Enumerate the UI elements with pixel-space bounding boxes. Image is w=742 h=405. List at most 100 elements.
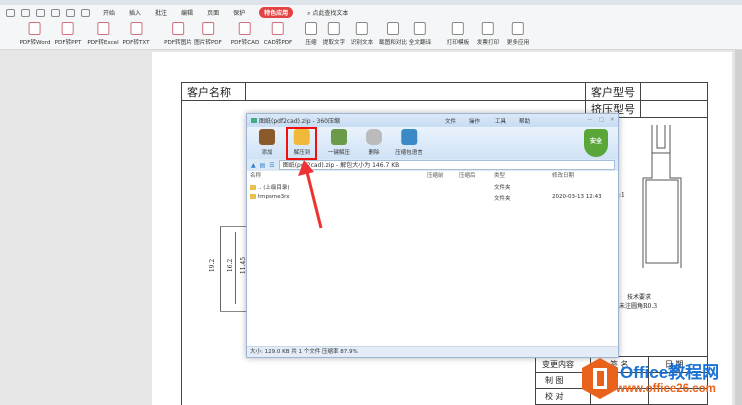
- tool-icon: [355, 22, 368, 35]
- tool-icon: [130, 22, 142, 35]
- tool-icon: [327, 22, 340, 35]
- col-before[interactable]: 压缩前: [427, 171, 444, 179]
- tool-label: 全文翻译: [408, 40, 432, 46]
- menu-special-apps[interactable]: 特色应用: [259, 7, 294, 18]
- dialog-menu-file[interactable]: 文件: [445, 117, 456, 125]
- delete-label: 删除: [368, 150, 380, 156]
- tool-button[interactable]: 更多应用: [507, 22, 529, 46]
- tool-button[interactable]: 截图和对比: [379, 22, 407, 46]
- menu-annotate[interactable]: 批注: [155, 8, 167, 17]
- tool-label: PDF转Word: [19, 40, 51, 46]
- red-arrow: [298, 160, 323, 229]
- tool-label: 压缩: [305, 40, 317, 46]
- tool-label: 提取文字: [322, 40, 346, 46]
- col-type[interactable]: 类型: [494, 171, 505, 179]
- folder-icon: [250, 194, 256, 199]
- scrollbar[interactable]: [735, 50, 742, 405]
- tool-label: CAD转PDF: [263, 40, 293, 46]
- tool-button[interactable]: PDF转Word: [19, 22, 51, 46]
- tool-label: PDF转CAD: [230, 40, 260, 46]
- watermark-brand: Office教程网: [620, 363, 720, 382]
- search-text[interactable]: ⌕ 点此查找文本: [307, 8, 348, 18]
- trash-icon: [366, 129, 382, 145]
- tool-icon: [202, 22, 214, 35]
- tool-label: 识别文本: [350, 40, 374, 46]
- tool-button[interactable]: PDF转图片: [164, 22, 192, 46]
- menu-protect[interactable]: 保护: [233, 8, 245, 17]
- menu-insert[interactable]: 插入: [129, 8, 141, 17]
- tool-label: PDF转图片: [164, 40, 192, 46]
- dialog-menu-tools[interactable]: 工具: [495, 117, 506, 125]
- col-name[interactable]: 名称: [250, 171, 261, 179]
- tool-button[interactable]: PDF转TXT: [122, 22, 150, 46]
- tool-label: 发票打印: [476, 40, 500, 46]
- tool-button[interactable]: 识别文本: [351, 22, 373, 46]
- tool-icon: [451, 22, 464, 35]
- menu-start[interactable]: 开始: [103, 8, 115, 17]
- tool-label: PDF转TXT: [122, 40, 150, 46]
- menu-page[interactable]: 页面: [207, 8, 219, 17]
- menu-icon[interactable]: [6, 8, 15, 17]
- list-icon[interactable]: ☰: [269, 162, 274, 169]
- dialog-menu-help[interactable]: 帮助: [519, 117, 530, 125]
- profile-drawing: [642, 125, 682, 268]
- tool-button[interactable]: 图片转PDF: [194, 22, 222, 46]
- language-icon: [400, 129, 417, 145]
- add-button[interactable]: 添加: [259, 129, 275, 156]
- dialog-title: 图纸(pdf2cad).zip - 360压缩: [259, 118, 340, 125]
- dimension-line: [220, 226, 221, 311]
- security-shield[interactable]: 安全: [584, 129, 608, 157]
- tool-icon: [238, 22, 251, 35]
- tool-button[interactable]: 提取文字: [323, 22, 345, 46]
- tool-ribbon: PDF转Word PDF转PPT PDF转Excel PDF转TXT PDF转图片 图片转…: [0, 20, 742, 50]
- tool-label: PDF转Excel: [87, 40, 119, 46]
- col-after[interactable]: 压缩后: [459, 171, 476, 179]
- one-click-extract-button[interactable]: 一键解压: [328, 129, 350, 156]
- table-line: [535, 356, 536, 405]
- row-date: 2020-03-13 12:43: [552, 194, 602, 200]
- tool-label: PDF转PPT: [54, 40, 82, 46]
- tool-icon: [172, 22, 184, 35]
- dimension-line: [220, 226, 248, 227]
- tool-button[interactable]: PDF转Excel: [87, 22, 119, 46]
- view-icon[interactable]: ▤: [260, 162, 266, 169]
- checker-label: 校 对: [545, 392, 564, 401]
- open-icon[interactable]: [21, 8, 30, 17]
- dim-label: 16.2: [227, 258, 235, 273]
- menu-edit[interactable]: 编辑: [181, 8, 193, 17]
- delete-button[interactable]: 删除: [366, 129, 382, 156]
- minimize-icon[interactable]: —: [587, 117, 593, 123]
- tool-button[interactable]: 打印模板: [447, 22, 469, 46]
- tool-button[interactable]: 全文翻译: [409, 22, 431, 46]
- tool-button[interactable]: CAD转PDF: [263, 22, 293, 46]
- tool-button[interactable]: PDF转CAD: [230, 22, 260, 46]
- scale-label: :1: [619, 192, 625, 199]
- highlight-box: [286, 127, 317, 160]
- maximize-icon[interactable]: □: [599, 117, 604, 123]
- close-icon[interactable]: ✕: [610, 117, 615, 123]
- save-icon[interactable]: [36, 8, 45, 17]
- tool-button[interactable]: 发票打印: [477, 22, 499, 46]
- dimension-line: [235, 232, 236, 304]
- table-line: [181, 82, 708, 83]
- drafter-label: 制 图: [545, 376, 564, 385]
- row-name: tmpsme3rx: [258, 194, 290, 200]
- table-line: [640, 82, 641, 117]
- tool-label: 截图和对比: [379, 40, 407, 46]
- dialog-menu-operate[interactable]: 操作: [469, 117, 480, 125]
- menu-bar: 开始 插入 批注 编辑 页面 保护 特色应用 ⌕ 点此查找文本: [0, 5, 742, 20]
- tool-icon: [386, 22, 399, 35]
- tool-icon: [305, 22, 317, 35]
- dialog-title-bar[interactable]: 图纸(pdf2cad).zip - 360压缩 文件 操作 工具 帮助 — □ …: [247, 114, 618, 127]
- print-icon[interactable]: [51, 8, 60, 17]
- col-date[interactable]: 修改日期: [552, 171, 574, 179]
- archive-language-button[interactable]: 压缩包语言: [395, 129, 423, 156]
- up-icon[interactable]: ▲: [251, 162, 256, 169]
- add-icon: [259, 129, 275, 145]
- table-line: [245, 82, 246, 100]
- redo-icon[interactable]: [81, 8, 90, 17]
- tool-button[interactable]: PDF转PPT: [54, 22, 82, 46]
- undo-icon[interactable]: [66, 8, 75, 17]
- tool-button[interactable]: 压缩: [305, 22, 317, 46]
- row-type: 文件夹: [494, 196, 511, 202]
